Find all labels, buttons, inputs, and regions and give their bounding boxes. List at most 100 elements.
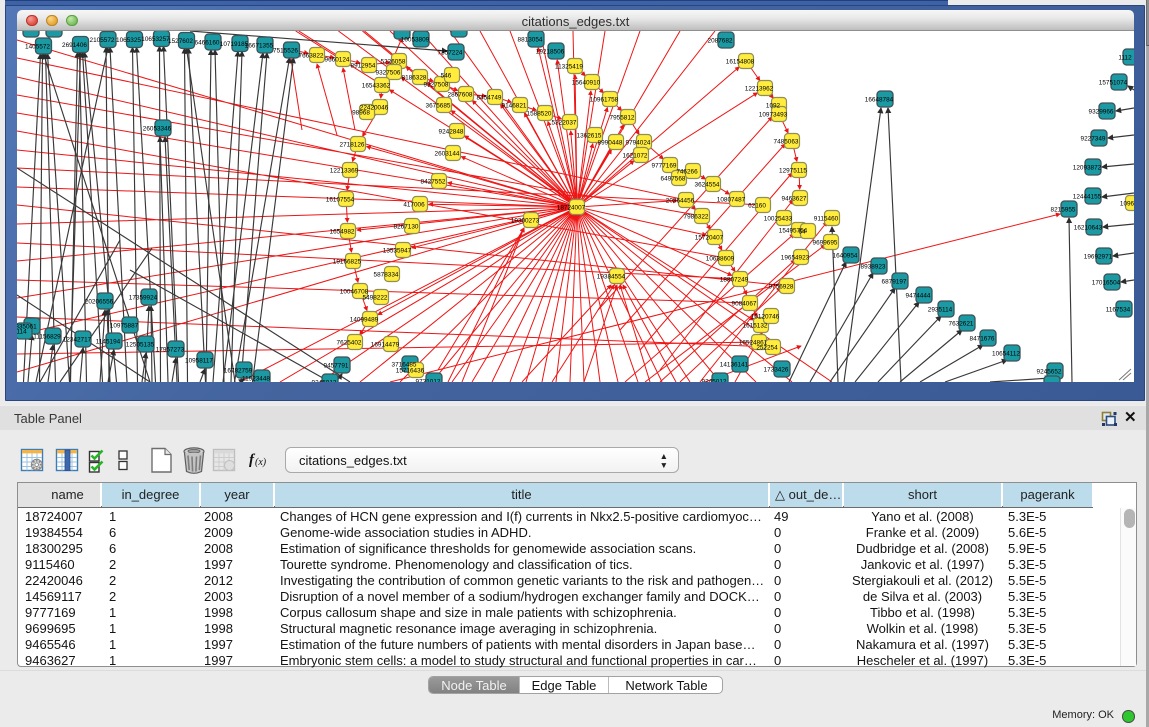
svg-text:10975887: 10975887 [110, 322, 139, 329]
svg-text:19300273: 19300273 [511, 217, 540, 224]
svg-text:2935114: 2935114 [928, 306, 953, 313]
svg-text:2718126: 2718126 [340, 141, 365, 148]
svg-text:1167534: 1167534 [1106, 306, 1131, 313]
svg-text:8215955: 8215955 [1051, 206, 1076, 213]
svg-text:19384554: 19384554 [597, 273, 626, 280]
svg-text:18807249: 18807249 [720, 276, 749, 283]
svg-text:2603144: 2603144 [435, 150, 460, 157]
svg-text:9146821: 9146821 [502, 102, 527, 109]
svg-text:8186328: 8186328 [402, 74, 427, 81]
svg-text:1640954: 1640954 [833, 252, 858, 259]
svg-text:62160: 62160 [748, 202, 766, 209]
svg-text:19166825: 19166825 [333, 258, 362, 265]
svg-text:9227349: 9227349 [1081, 135, 1106, 142]
svg-text:16648784: 16648784 [865, 96, 894, 103]
svg-text:9463627: 9463627 [782, 195, 807, 202]
svg-text:7632621: 7632621 [949, 320, 974, 327]
svg-text:39114: 39114 [17, 328, 27, 335]
svg-text:17957273: 17957273 [156, 346, 185, 353]
svg-text:1092: 1092 [766, 102, 781, 109]
svg-text:7986322: 7986322 [684, 213, 709, 220]
svg-text:10961758: 10961758 [590, 96, 619, 103]
svg-text:8427552: 8427552 [421, 178, 446, 185]
svg-text:15751074: 15751074 [1099, 79, 1128, 86]
svg-text:12093872: 12093872 [1073, 164, 1102, 171]
svg-text:8454749: 8454749 [477, 94, 502, 101]
svg-text:8267130: 8267130 [394, 223, 419, 230]
svg-text:5878334: 5878334 [374, 271, 399, 278]
svg-text:13535947: 13535947 [383, 247, 412, 254]
svg-text:11923448: 11923448 [242, 375, 270, 382]
svg-text:6466160: 6466160 [195, 39, 220, 46]
svg-text:12342717: 12342717 [63, 336, 92, 343]
svg-text:8990448: 8990448 [598, 139, 623, 146]
svg-text:10973493: 10973493 [759, 111, 788, 118]
svg-text:9660124: 9660124 [325, 56, 350, 63]
svg-text:1065325: 1065325 [116, 37, 141, 44]
svg-text:1112: 1112 [1118, 54, 1132, 61]
svg-text:(x): (x) [255, 457, 267, 468]
svg-text:10653257: 10653257 [141, 36, 170, 43]
svg-text:8912954: 8912954 [351, 62, 376, 69]
svg-text:1588520: 1588520 [527, 110, 552, 117]
svg-text:9245012: 9245012 [312, 379, 337, 382]
svg-text:10025433: 10025433 [764, 215, 793, 222]
svg-text:9115460: 9115460 [814, 215, 839, 222]
svg-text:10120746: 10120746 [751, 313, 780, 320]
svg-text:18724007: 18724007 [557, 204, 586, 211]
svg-text:1615132: 1615132 [743, 322, 768, 329]
svg-text:9329966: 9329966 [1089, 108, 1114, 115]
svg-text:746266: 746266 [676, 168, 698, 175]
svg-text:12213369: 12213369 [330, 167, 359, 174]
svg-text:1527602: 1527602 [168, 38, 193, 45]
svg-text:9245652: 9245652 [1037, 368, 1062, 375]
svg-text:16107554: 16107554 [326, 196, 355, 203]
svg-text:9327506: 9327506 [376, 69, 401, 76]
svg-text:10807487: 10807487 [717, 196, 746, 203]
svg-text:9699695: 9699695 [813, 239, 838, 246]
svg-text:10958117: 10958117 [185, 357, 213, 364]
svg-text:7955812: 7955812 [610, 114, 635, 121]
svg-text:7357224: 7357224 [438, 49, 463, 56]
svg-text:8938923: 8938923 [861, 263, 886, 270]
svg-text:9327508: 9327508 [424, 81, 449, 88]
svg-text:1362615: 1362615 [577, 132, 602, 139]
svg-text:2087682: 2087682 [708, 37, 733, 44]
svg-text:64: 64 [798, 228, 806, 235]
svg-text:19692971: 19692971 [1084, 253, 1113, 260]
svg-text:98968: 98968 [352, 109, 370, 116]
svg-text:16210643: 16210643 [1074, 224, 1103, 231]
svg-text:7515526: 7515526 [273, 47, 298, 54]
svg-text:12213962: 12213962 [745, 85, 774, 92]
svg-text:12975115: 12975115 [779, 167, 807, 174]
svg-text:9242848: 9242848 [439, 128, 464, 135]
svg-text:16782759: 16782759 [224, 367, 253, 374]
svg-text:14136141: 14136141 [720, 361, 749, 368]
svg-text:8471676: 8471676 [970, 335, 995, 342]
svg-text:8813054: 8813054 [518, 36, 543, 43]
svg-text:17359924: 17359924 [129, 294, 158, 301]
svg-text:5226058: 5226058 [381, 58, 406, 65]
svg-text:16154808: 16154808 [726, 58, 755, 65]
svg-text:5498222: 5498222 [363, 294, 388, 301]
svg-text:9794024: 9794024 [626, 139, 651, 146]
svg-text:15640910: 15640910 [572, 79, 601, 86]
svg-text:6497568: 6497568 [661, 175, 686, 182]
svg-text:12444155: 12444155 [1073, 193, 1102, 200]
svg-text:14099489: 14099489 [350, 316, 379, 323]
svg-text:1145194: 1145194 [96, 338, 121, 345]
svg-text:10688609: 10688609 [706, 255, 735, 262]
svg-text:9756928: 9756928 [769, 283, 794, 290]
svg-text:7625402: 7625402 [337, 339, 362, 346]
svg-text:19218506: 19218506 [536, 48, 565, 55]
svg-text:26053346: 26053346 [143, 125, 172, 132]
svg-text:20364456: 20364456 [666, 197, 695, 204]
svg-text:10053809: 10053809 [401, 36, 430, 43]
svg-text:9457791: 9457791 [324, 362, 349, 369]
svg-text:1405572: 1405572 [25, 43, 50, 50]
svg-text:2691406: 2691406 [62, 42, 87, 49]
svg-text:16914479: 16914479 [371, 341, 400, 348]
svg-text:5322037: 5322037 [552, 119, 577, 126]
svg-text:7485063: 7485063 [774, 138, 799, 145]
svg-text:6879197: 6879197 [882, 278, 907, 285]
